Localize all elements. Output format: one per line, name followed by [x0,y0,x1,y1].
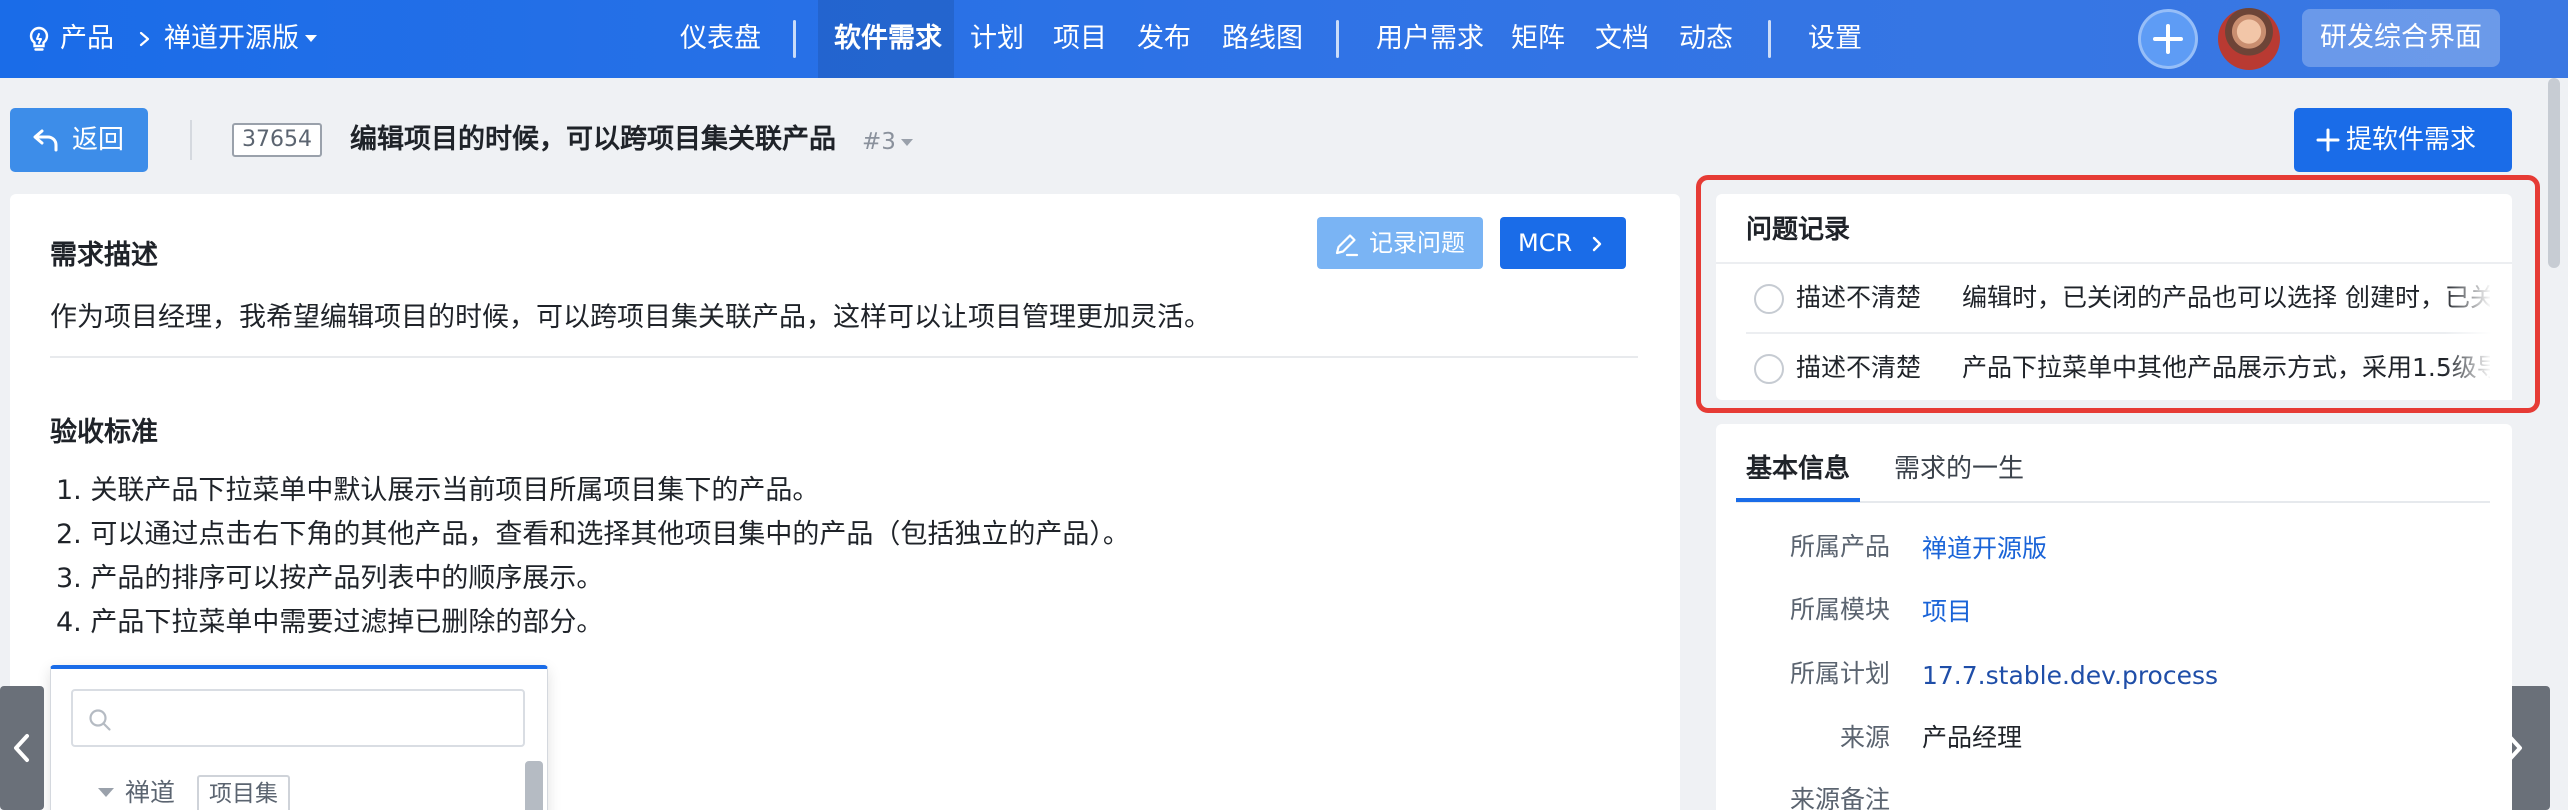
quick-create-button[interactable] [2138,9,2198,69]
picker-group-tag: 项目集 [197,775,290,810]
acceptance-criteria-list: 1. 关联产品下拉菜单中默认展示当前项目所属项目集下的产品。 2. 可以通过点击… [56,469,1130,645]
nav-separator [1336,20,1339,58]
caret-down-icon[interactable] [97,787,115,799]
field-value-plan[interactable]: 17.7.stable.dev.process [1922,656,2218,696]
story-id-badge: 37654 [232,123,322,157]
nav-roadmap[interactable]: 路线图 [1222,0,1303,78]
chevron-down-icon[interactable] [304,34,318,44]
description-heading: 需求描述 [50,240,158,271]
product-switcher[interactable]: 禅道开源版 [164,0,299,78]
field-value-product[interactable]: 禅道开源版 [1922,529,2047,569]
edit-icon [1335,234,1359,257]
create-story-label: 提软件需求 [2346,125,2477,155]
breadcrumb-product-root[interactable]: 产品 [60,0,114,78]
nav-plan[interactable]: 计划 [970,0,1024,78]
criteria-heading: 验收标准 [50,417,158,448]
field-value-module[interactable]: 项目 [1922,592,1972,632]
nav-requirement[interactable]: 用户需求 [1376,0,1484,78]
chevron-right-icon [139,31,150,47]
lightbulb-icon [29,26,49,51]
picker-scrollbar[interactable] [525,761,543,810]
search-icon [89,709,111,731]
story-version[interactable]: #3 [862,124,896,160]
chevron-right-icon [1592,236,1602,252]
record-issue-label: 记录问题 [1369,229,1465,257]
nav-story[interactable]: 软件需求 [834,0,942,78]
create-story-button[interactable]: 提软件需求 [2294,108,2512,172]
chevron-left-icon [14,734,29,762]
list-item: 3. 产品的排序可以按产品列表中的顺序展示。 [56,563,604,594]
field-label-source: 来源 [1839,723,1890,752]
field-label-module: 所属模块 [1789,595,1890,624]
back-button[interactable]: 返回 [10,108,148,172]
field-label-product: 所属产品 [1789,532,1890,561]
page-title: 编辑项目的时候，可以跨项目集关联产品 [350,124,836,155]
avatar[interactable] [2218,8,2280,70]
chevron-down-icon[interactable] [900,138,914,148]
annotation-highlight [1696,175,2540,413]
mcr-label: MCR [1518,229,1573,257]
product-picker-dropdown[interactable]: 禅道 项目集 [50,665,548,810]
nav-dynamic[interactable]: 动态 [1679,0,1733,78]
workspace-switcher-button[interactable]: 研发综合界面 [2302,9,2500,67]
picker-search-input[interactable] [71,689,525,747]
top-navigation: 产品 禅道开源版 仪表盘 软件需求 计划 项目 发布 路线图 用户需求 矩阵 文… [0,0,2568,78]
field-label-source-note: 来源备注 [1789,785,1890,810]
nav-separator [793,20,796,58]
header-divider [190,120,192,160]
tab-basic-info[interactable]: 基本信息 [1746,450,1850,488]
picker-group-name[interactable]: 禅道 [125,773,175,810]
plus-icon [2316,128,2340,152]
nav-separator [1768,20,1771,58]
previous-story-button[interactable] [0,686,44,810]
mcr-button[interactable]: MCR [1500,217,1626,269]
plus-icon [2153,24,2183,54]
field-value-source: 产品经理 [1922,723,2023,752]
description-text: 作为项目经理，我希望编辑项目的时候，可以跨项目集关联产品，这样可以让项目管理更加… [50,302,1211,333]
nav-project[interactable]: 项目 [1053,0,1107,78]
back-button-label: 返回 [72,125,125,155]
list-item: 2. 可以通过点击右下角的其他产品，查看和选择其他项目集中的产品（包括独立的产品… [56,519,1130,550]
undo-arrow-icon [33,129,58,152]
list-item: 1. 关联产品下拉菜单中默认展示当前项目所属项目集下的产品。 [56,475,820,506]
nav-matrix[interactable]: 矩阵 [1511,0,1565,78]
field-label-plan: 所属计划 [1789,659,1890,688]
record-issue-button[interactable]: 记录问题 [1317,217,1483,269]
active-tab-indicator [1736,498,1860,502]
nav-settings[interactable]: 设置 [1808,0,1862,78]
list-item: 4. 产品下拉菜单中需要过滤掉已删除的部分。 [56,607,604,638]
page-scrollbar[interactable] [2548,78,2560,268]
nav-release[interactable]: 发布 [1137,0,1191,78]
nav-doc[interactable]: 文档 [1595,0,1649,78]
section-divider [50,356,1638,358]
tab-story-lifecycle[interactable]: 需求的一生 [1894,450,2024,488]
nav-dashboard[interactable]: 仪表盘 [680,0,761,78]
